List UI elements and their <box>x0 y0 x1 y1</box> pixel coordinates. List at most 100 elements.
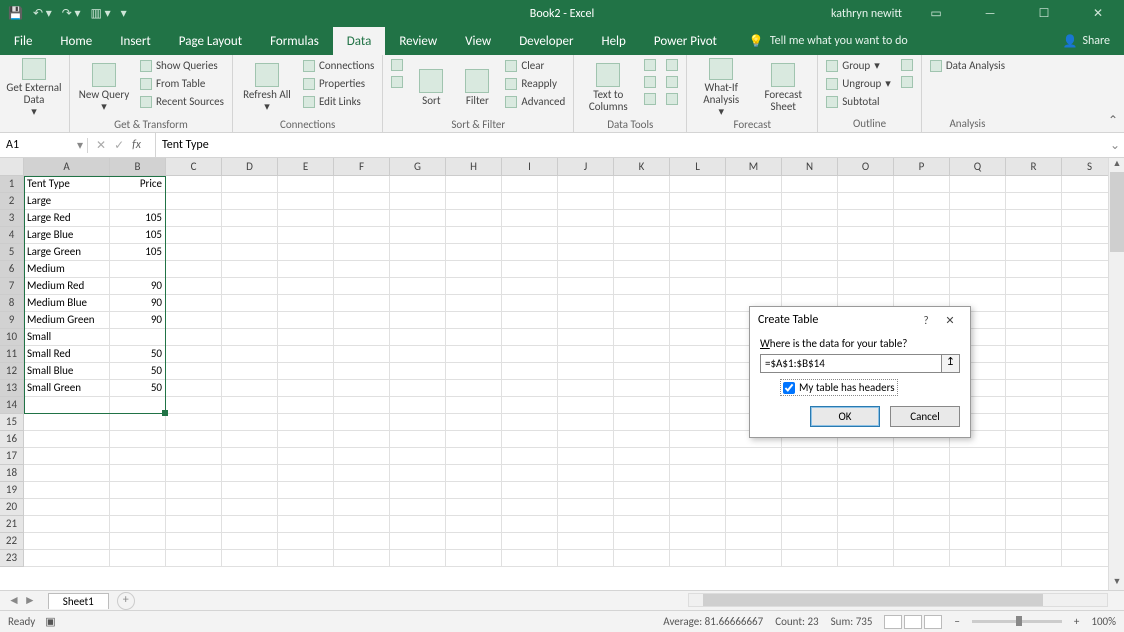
cell[interactable] <box>950 244 1006 261</box>
cell[interactable] <box>670 261 726 278</box>
cell[interactable] <box>502 448 558 465</box>
cell[interactable] <box>558 210 614 227</box>
row-header-4[interactable]: 4 <box>0 227 24 244</box>
cell[interactable]: 90 <box>110 312 166 329</box>
vertical-scroll-thumb[interactable] <box>1110 172 1124 252</box>
row-header-7[interactable]: 7 <box>0 278 24 295</box>
connections-button[interactable]: Connections <box>301 58 376 73</box>
cell[interactable] <box>726 193 782 210</box>
cell[interactable] <box>278 533 334 550</box>
cell[interactable] <box>222 261 278 278</box>
col-header-R[interactable]: R <box>1006 158 1062 176</box>
cell[interactable] <box>390 363 446 380</box>
macro-record-icon[interactable]: ▣ <box>45 615 55 628</box>
cell[interactable] <box>446 380 502 397</box>
cell[interactable] <box>614 227 670 244</box>
cell[interactable] <box>278 295 334 312</box>
cell[interactable] <box>446 550 502 567</box>
cell[interactable] <box>558 414 614 431</box>
cell[interactable]: Medium Green <box>24 312 110 329</box>
cell[interactable] <box>670 516 726 533</box>
cell[interactable] <box>446 312 502 329</box>
cell[interactable] <box>110 516 166 533</box>
cell[interactable] <box>334 363 390 380</box>
cell[interactable]: Medium Blue <box>24 295 110 312</box>
cell[interactable] <box>782 448 838 465</box>
cell[interactable] <box>222 482 278 499</box>
cell[interactable] <box>782 499 838 516</box>
cell[interactable] <box>278 193 334 210</box>
cell[interactable] <box>278 465 334 482</box>
cell[interactable]: Small Blue <box>24 363 110 380</box>
cell[interactable] <box>222 295 278 312</box>
scroll-down-icon[interactable]: ▼ <box>1109 576 1124 590</box>
tab-view[interactable]: View <box>451 27 505 55</box>
cell[interactable] <box>558 346 614 363</box>
cell[interactable] <box>614 414 670 431</box>
cell[interactable] <box>1006 431 1062 448</box>
cell[interactable] <box>110 465 166 482</box>
cell[interactable] <box>1006 516 1062 533</box>
cell[interactable] <box>390 448 446 465</box>
cell[interactable] <box>726 516 782 533</box>
cell[interactable] <box>1006 380 1062 397</box>
cell[interactable] <box>670 397 726 414</box>
cell[interactable] <box>614 295 670 312</box>
cell[interactable] <box>558 448 614 465</box>
cell[interactable] <box>726 448 782 465</box>
name-box-dropdown-icon[interactable]: ▾ <box>77 138 87 153</box>
dialog-help-icon[interactable]: ? <box>914 314 938 327</box>
cell[interactable] <box>782 465 838 482</box>
add-sheet-button[interactable]: + <box>117 592 135 610</box>
cell[interactable] <box>670 227 726 244</box>
data-analysis-button[interactable]: Data Analysis <box>928 58 1007 73</box>
cell[interactable] <box>726 227 782 244</box>
cell[interactable] <box>334 533 390 550</box>
advanced-button[interactable]: Advanced <box>503 94 567 109</box>
cell[interactable]: Large Green <box>24 244 110 261</box>
cell[interactable] <box>446 227 502 244</box>
cell[interactable] <box>334 346 390 363</box>
cell[interactable] <box>446 431 502 448</box>
cell[interactable] <box>278 363 334 380</box>
cell[interactable] <box>278 210 334 227</box>
cell[interactable] <box>894 499 950 516</box>
cell[interactable] <box>502 176 558 193</box>
qat-more-icon[interactable]: ▾ <box>121 6 127 21</box>
fx-icon[interactable]: fx <box>132 138 147 152</box>
cell[interactable] <box>110 448 166 465</box>
cell[interactable] <box>558 431 614 448</box>
sort-az-button[interactable] <box>389 58 405 72</box>
row-header-17[interactable]: 17 <box>0 448 24 465</box>
cell[interactable]: 50 <box>110 380 166 397</box>
cell[interactable]: Price <box>110 176 166 193</box>
cell[interactable] <box>726 244 782 261</box>
row-header-18[interactable]: 18 <box>0 465 24 482</box>
forecast-sheet-button[interactable]: Forecast Sheet <box>755 58 811 118</box>
cell[interactable] <box>894 176 950 193</box>
cell[interactable] <box>166 482 222 499</box>
tab-power-pivot[interactable]: Power Pivot <box>640 27 731 55</box>
col-header-K[interactable]: K <box>614 158 670 176</box>
cell[interactable] <box>166 363 222 380</box>
cell[interactable] <box>894 482 950 499</box>
cell[interactable] <box>670 329 726 346</box>
cell[interactable] <box>614 533 670 550</box>
range-picker-icon[interactable]: ↥ <box>942 354 960 373</box>
cell[interactable] <box>110 261 166 278</box>
cell[interactable] <box>390 312 446 329</box>
cell[interactable] <box>222 448 278 465</box>
cell[interactable] <box>950 533 1006 550</box>
cell[interactable] <box>726 465 782 482</box>
row-header-6[interactable]: 6 <box>0 261 24 278</box>
cell[interactable] <box>670 278 726 295</box>
cell[interactable] <box>838 482 894 499</box>
cell[interactable] <box>1006 448 1062 465</box>
cell[interactable] <box>502 516 558 533</box>
from-table-button[interactable]: From Table <box>138 76 226 91</box>
cell[interactable] <box>950 516 1006 533</box>
cell[interactable] <box>614 482 670 499</box>
cell[interactable] <box>670 482 726 499</box>
cell[interactable] <box>334 465 390 482</box>
cell[interactable] <box>110 414 166 431</box>
